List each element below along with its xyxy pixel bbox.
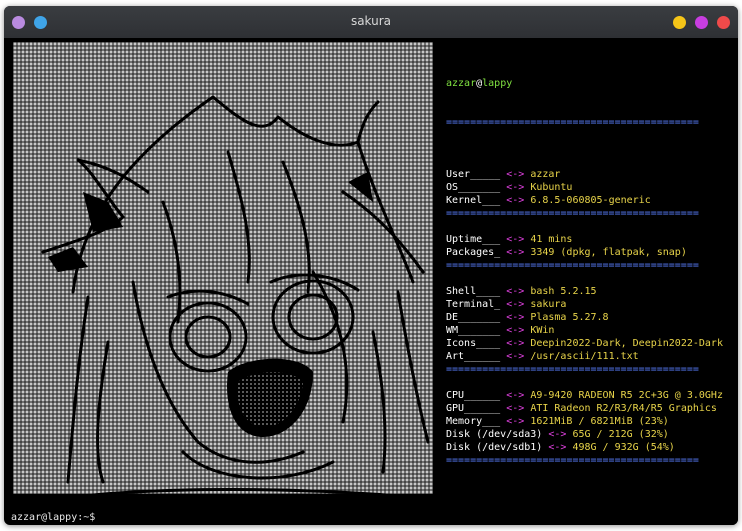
arrow-separator: <-> [506,403,525,414]
separator: ========================================… [446,208,699,219]
info-label: Art______ [446,351,501,362]
minimize-button[interactable] [673,16,686,29]
info-label: User_____ [446,169,501,180]
info-value: 498G / 932G (54%) [572,442,675,453]
info-value: bash 5.2.15 [530,286,597,297]
arrow-separator: <-> [506,234,525,245]
window-title: sakura [350,14,392,28]
info-row: Memory___ <-> 1621MiB / 6821MiB (23%) [446,415,736,428]
info-label: DE_______ [446,312,501,323]
hostname: lappy [482,78,513,89]
info-label: CPU______ [446,390,501,401]
arrow-separator: <-> [506,299,525,310]
info-row: Uptime___ <-> 41 mins [446,233,736,246]
info-row: Kernel___ <-> 6.8.5-060805-generic [446,194,736,207]
info-row: CPU______ <-> A9-9420 RADEON R5 2C+3G @ … [446,389,736,402]
user-host-line: azzar@lappy [446,77,736,90]
info-value: 6.8.5-060805-generic [530,195,651,206]
separator: ========================================… [446,364,699,375]
info-label: OS_______ [446,182,501,193]
info-row: OS_______ <-> Kubuntu [446,181,736,194]
arrow-separator: <-> [506,416,525,427]
info-label: Kernel___ [446,195,501,206]
arrow-separator: <-> [506,338,525,349]
info-row: Disk (/dev/sda3) <-> 65G / 212G (32%) [446,428,736,441]
terminal-area[interactable]: azzar@lappy ============================… [10,38,738,525]
info-row: Packages_ <-> 3349 (dpkg, flatpak, snap) [446,246,736,259]
info-value: /usr/ascii/111.txt [530,351,639,362]
info-value: KWin [530,325,555,336]
info-row: Shell____ <-> bash 5.2.15 [446,285,736,298]
info-value: ATI Radeon R2/R3/R4/R5 Graphics [530,403,717,414]
info-row: Art______ <-> /usr/ascii/111.txt [446,350,736,363]
info-value: Deepin2022-Dark, Deepin2022-Dark [530,338,723,349]
arrow-separator: <-> [506,351,525,362]
info-groups: User_____ <-> azzar OS_______ <-> Kubuntu… [446,155,736,467]
info-value: 41 mins [530,234,573,245]
info-value: Kubuntu [530,182,573,193]
info-label: Disk (/dev/sda3) [446,429,543,440]
info-value: azzar [530,169,561,180]
prompt-text: azzar@lappy:~$ [11,512,96,523]
info-label: GPU______ [446,403,501,414]
info-value: 65G / 212G (32%) [572,429,669,440]
info-label: Packages_ [446,247,501,258]
ascii-art-image [13,42,433,494]
arrow-separator: <-> [506,286,525,297]
arrow-separator: <-> [506,312,525,323]
arrow-separator: <-> [506,169,525,180]
info-label: Uptime___ [446,234,501,245]
arrow-separator: <-> [506,247,525,258]
title-bar[interactable]: sakura [4,6,738,38]
system-info-panel: azzar@lappy ============================… [446,51,736,493]
separator: ========================================… [446,117,699,128]
info-label: Memory___ [446,416,501,427]
info-label: Icons____ [446,338,501,349]
info-label: WM_______ [446,325,501,336]
info-label: Terminal_ [446,299,501,310]
info-row: WM_______ <-> KWin [446,324,736,337]
arrow-separator: <-> [548,429,567,440]
shell-prompt[interactable]: azzar@lappy:~$ [11,511,95,524]
info-value: 3349 (dpkg, flatpak, snap) [530,247,687,258]
info-row: User_____ <-> azzar [446,168,736,181]
separator: ========================================… [446,260,699,271]
username: azzar [446,78,477,89]
info-value: 1621MiB / 6821MiB (23%) [530,416,669,427]
info-row: Icons____ <-> Deepin2022-Dark, Deepin202… [446,337,736,350]
info-label: Disk (/dev/sdb1) [446,442,543,453]
info-row: GPU______ <-> ATI Radeon R2/R3/R4/R5 Gra… [446,402,736,415]
info-row: Terminal_ <-> sakura [446,298,736,311]
arrow-separator: <-> [506,182,525,193]
info-value: A9-9420 RADEON R5 2C+3G @ 3.0GHz [530,390,723,401]
close-button[interactable] [717,16,730,29]
info-value: Plasma 5.27.8 [530,312,609,323]
arrow-separator: <-> [506,325,525,336]
info-row: DE_______ <-> Plasma 5.27.8 [446,311,736,324]
info-row: Disk (/dev/sdb1) <-> 498G / 932G (54%) [446,441,736,454]
terminal-window: sakura azzar@lappy =====================… [4,6,738,525]
arrow-separator: <-> [506,195,525,206]
maximize-button[interactable] [695,16,708,29]
arrow-separator: <-> [548,442,567,453]
separator: ========================================… [446,455,699,466]
info-value: sakura [530,299,567,310]
info-label: Shell____ [446,286,501,297]
arrow-separator: <-> [506,390,525,401]
